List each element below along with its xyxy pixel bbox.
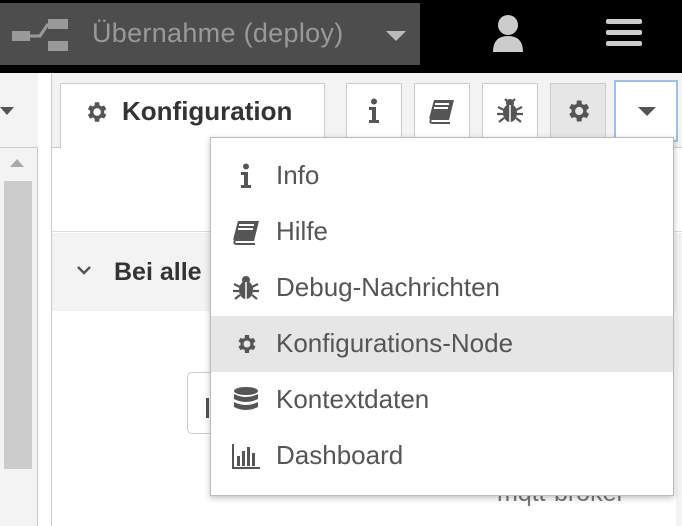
user-icon[interactable] (491, 14, 525, 54)
debug-button[interactable] (482, 83, 538, 139)
chevron-down-icon (638, 107, 656, 116)
help-button[interactable] (414, 83, 470, 139)
gear-icon (238, 335, 256, 353)
bar-chart-icon (232, 444, 260, 469)
deploy-icon (12, 19, 68, 51)
menu-item-dashboard[interactable]: Dashboard (211, 428, 673, 484)
chevron-down-icon[interactable] (0, 107, 14, 115)
info-button[interactable] (346, 83, 402, 139)
text-cursor (206, 398, 209, 418)
bug-icon (233, 276, 259, 300)
top-header: Übernahme (deploy) (0, 0, 682, 73)
gear-icon (569, 100, 590, 122)
deploy-button[interactable]: Übernahme (deploy) (0, 3, 420, 65)
info-icon (241, 163, 251, 188)
bug-icon (497, 98, 523, 123)
menu-item-label: Dashboard (276, 440, 404, 470)
config-nodes-button[interactable] (550, 83, 606, 139)
book-icon (429, 100, 454, 124)
scroll-up-arrow[interactable] (10, 159, 24, 167)
chevron-down-icon (77, 266, 91, 275)
info-icon (369, 98, 379, 123)
database-icon (234, 387, 258, 410)
menu-item-context-data[interactable]: Kontextdaten (211, 372, 673, 428)
scrollbar-thumb[interactable] (4, 181, 32, 469)
menu-item-help[interactable]: Hilfe (211, 204, 673, 260)
tab-label: Konfiguration (122, 96, 293, 126)
workspace-edge (0, 73, 38, 526)
hamburger-menu-icon[interactable] (606, 17, 642, 49)
deploy-options-caret[interactable] (386, 31, 406, 41)
menu-item-info[interactable]: Info (211, 148, 673, 204)
book-icon (233, 221, 259, 245)
menu-item-label: Info (276, 160, 320, 190)
menu-item-config-nodes[interactable]: Konfigurations-Node (211, 316, 673, 372)
menu-item-label: Debug-Nachrichten (276, 272, 501, 302)
deploy-label: Übernahme (deploy) (92, 18, 344, 48)
gear-icon (87, 102, 107, 122)
menu-item-debug[interactable]: Debug-Nachrichten (211, 260, 673, 316)
menu-item-label: Kontextdaten (276, 384, 430, 414)
menu-item-label: Hilfe (276, 216, 329, 246)
workspace-tab-area (0, 73, 38, 148)
menu-item-label: Konfigurations-Node (276, 328, 514, 358)
sidebar-menu-dropdown-button[interactable] (614, 80, 678, 142)
sidebar-dropdown-menu: Info Hilfe Debug-Nachrichten Konfigurati… (210, 137, 674, 496)
section-title: Bei alle (114, 258, 202, 286)
sidebar-scroll-edge (676, 311, 682, 526)
